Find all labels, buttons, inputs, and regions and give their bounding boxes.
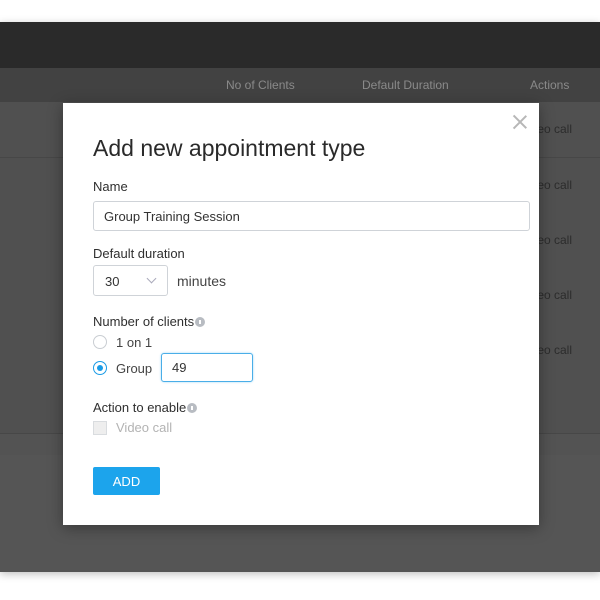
- duration-select[interactable]: 30: [93, 265, 168, 296]
- radio-one-on-one-label[interactable]: 1 on 1: [116, 335, 152, 350]
- action-to-enable-label: Action to enable: [93, 400, 198, 415]
- dialog-title: Add new appointment type: [93, 135, 366, 161]
- radio-one-on-one[interactable]: [93, 335, 107, 349]
- row-action-text: eo call: [537, 233, 572, 247]
- add-button[interactable]: ADD: [93, 467, 160, 495]
- duration-selected-value: 30: [105, 274, 120, 289]
- info-icon[interactable]: [187, 402, 198, 413]
- row-action-text: eo call: [537, 178, 572, 192]
- row-action-text: eo call: [537, 122, 572, 136]
- name-label: Name: [93, 179, 128, 194]
- info-icon[interactable]: [195, 316, 206, 327]
- row-action-text: eo call: [537, 343, 572, 357]
- number-of-clients-text: Number of clients: [93, 314, 195, 329]
- action-to-enable-text: Action to enable: [93, 400, 187, 415]
- app-topbar: [0, 22, 600, 68]
- column-header-clients: No of Clients: [226, 78, 295, 92]
- group-size-input[interactable]: [161, 353, 253, 382]
- number-of-clients-label: Number of clients: [93, 314, 206, 329]
- name-input[interactable]: [93, 201, 530, 231]
- table-header: No of Clients Default Duration Actions: [0, 68, 600, 103]
- column-header-actions: Actions: [530, 78, 570, 92]
- column-header-duration: Default Duration: [362, 78, 449, 92]
- video-call-label: Video call: [116, 420, 173, 435]
- duration-unit-label: minutes: [177, 273, 227, 289]
- radio-group-label[interactable]: Group: [116, 361, 152, 376]
- add-appointment-type-dialog: Add new appointment type Name Default du…: [63, 103, 539, 525]
- radio-group[interactable]: [93, 361, 107, 375]
- chevron-down-icon: [146, 273, 157, 284]
- default-duration-label: Default duration: [93, 246, 185, 261]
- close-icon[interactable]: [511, 113, 529, 131]
- video-call-checkbox[interactable]: [93, 421, 107, 435]
- row-action-text: eo call: [537, 288, 572, 302]
